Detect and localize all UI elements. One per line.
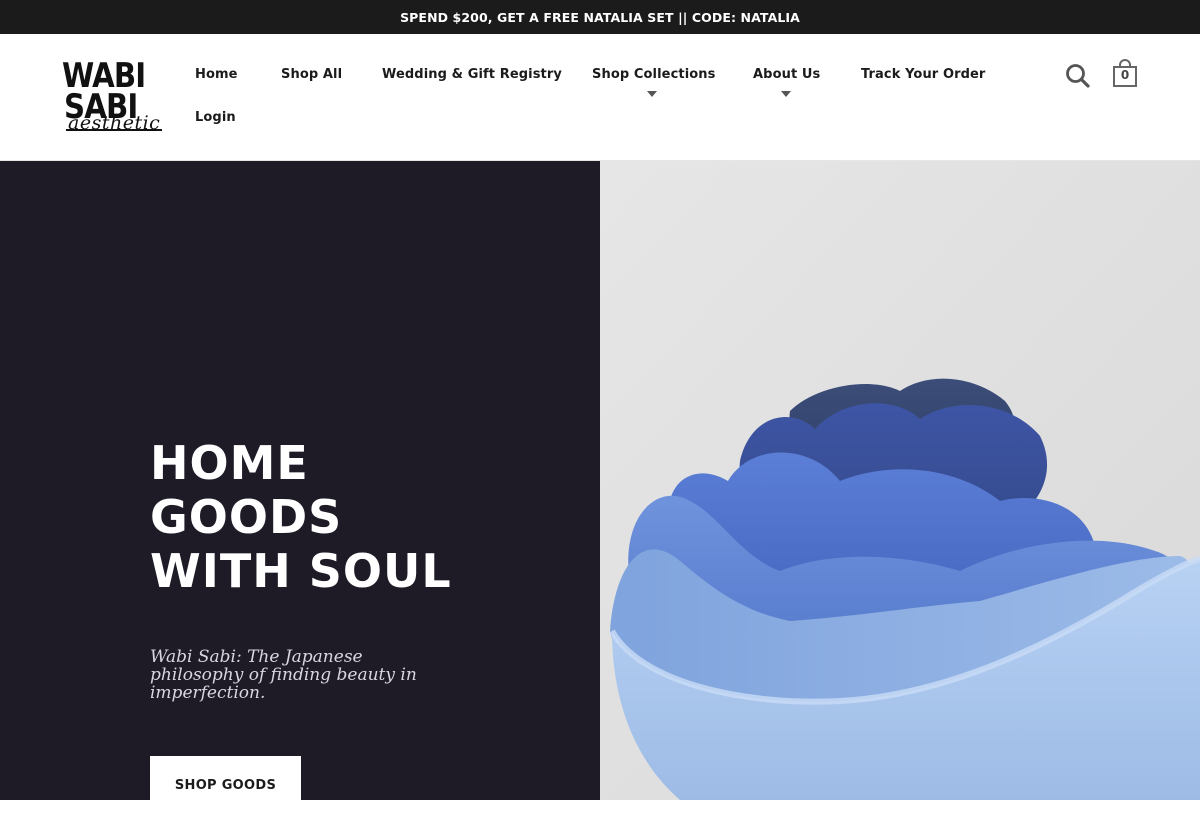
announcement-text: SPEND $200, GET A FREE NATALIA SET || CO… — [400, 9, 800, 25]
nested-bowls-illustration — [600, 161, 1200, 800]
nav-login[interactable]: Login — [195, 110, 236, 125]
caret-down-icon[interactable] — [781, 91, 791, 97]
hero-image — [600, 161, 1200, 800]
hero-text-panel: HOME GOODS WITH SOUL Wabi Sabi: The Japa… — [0, 161, 600, 806]
nav-wedding-gift-registry[interactable]: Wedding & Gift Registry — [382, 67, 562, 82]
nav-shop-collections[interactable]: Shop Collections — [592, 67, 715, 82]
site-header: WABI SABI aesthetic Home Shop All Weddin… — [0, 34, 1200, 161]
logo-underline — [66, 129, 162, 131]
shopping-bag-icon[interactable]: 0 — [1113, 59, 1137, 88]
hero-title: HOME GOODS WITH SOUL — [150, 436, 452, 598]
nav-shop-all[interactable]: Shop All — [281, 67, 342, 82]
announcement-bar: SPEND $200, GET A FREE NATALIA SET || CO… — [0, 0, 1200, 34]
caret-down-icon[interactable] — [647, 91, 657, 97]
hero-subtitle: Wabi Sabi: The Japanese philosophy of fi… — [150, 647, 417, 703]
shop-goods-button[interactable]: SHOP GOODS — [150, 756, 301, 806]
nav-home[interactable]: Home — [195, 67, 238, 82]
wabi-sabi-logo[interactable]: WABI SABI aesthetic — [62, 59, 166, 133]
nav-about-us[interactable]: About Us — [753, 67, 820, 82]
nav-track-your-order[interactable]: Track Your Order — [861, 67, 985, 82]
cart-count: 0 — [1120, 68, 1130, 82]
search-icon[interactable] — [1065, 63, 1091, 89]
